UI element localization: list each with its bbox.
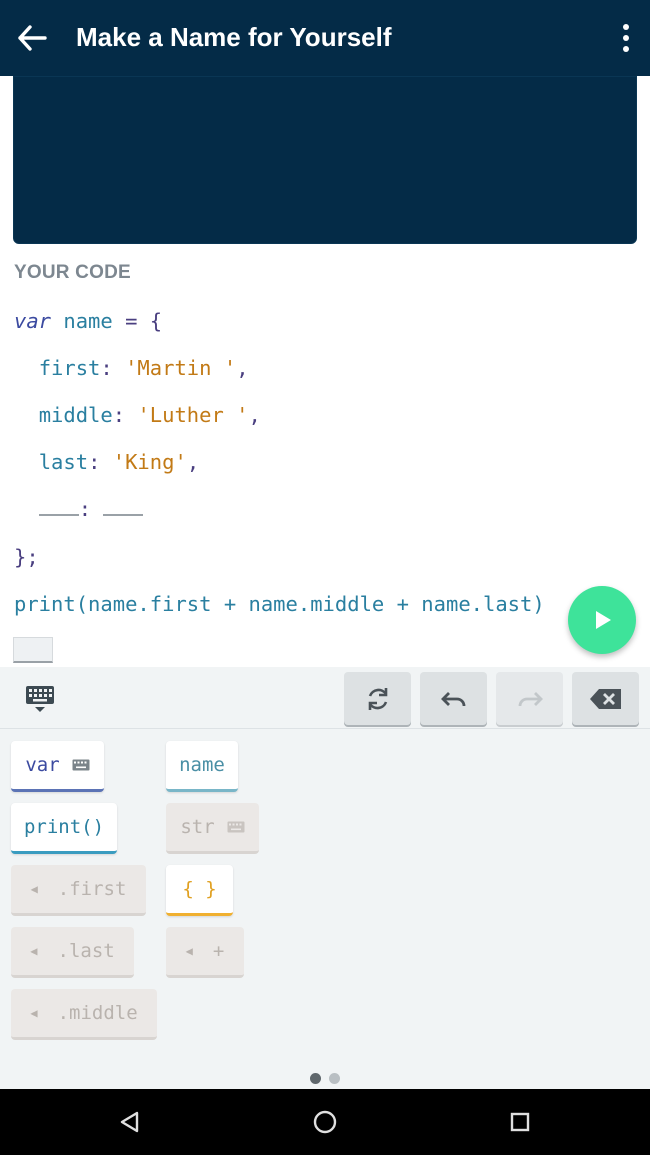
token-braces[interactable]: { } xyxy=(166,865,233,916)
chip-label: name xyxy=(179,754,225,776)
comma-token: , xyxy=(248,403,261,427)
string-token[interactable]: 'Luther ' xyxy=(137,403,248,427)
chip-label: .last xyxy=(57,940,115,962)
token-name[interactable]: name xyxy=(166,741,238,792)
page-dot-active[interactable] xyxy=(310,1073,321,1084)
identifier-token[interactable]: name xyxy=(63,309,112,333)
token-first[interactable]: ◀ .first xyxy=(11,865,146,916)
punctuation-token: = { xyxy=(112,309,163,333)
property-key-token[interactable]: first xyxy=(39,356,101,380)
token-str[interactable]: str xyxy=(166,803,259,854)
property-key-token[interactable]: middle xyxy=(39,403,113,427)
token-keyboard: var name print() str ◀ .first { } ◀ .las… xyxy=(0,667,650,1089)
print-statement[interactable]: print(name.first + name.middle + name.la… xyxy=(14,592,545,616)
code-line[interactable]: last: 'King', xyxy=(14,447,199,477)
empty-key-slot[interactable] xyxy=(38,494,79,516)
page-dot[interactable] xyxy=(329,1073,340,1084)
page-title: Make a Name for Yourself xyxy=(76,22,392,52)
keyboard-icon xyxy=(72,759,90,771)
token-plus[interactable]: ◀ + xyxy=(166,927,244,978)
backspace-button[interactable] xyxy=(572,672,639,725)
caret-left-icon: ◀ xyxy=(30,1006,38,1020)
colon-token: : xyxy=(100,356,126,380)
chip-label: var xyxy=(25,754,60,776)
token-middle[interactable]: ◀ .middle xyxy=(11,989,157,1040)
nav-back-icon[interactable] xyxy=(114,1107,144,1137)
chip-label: str xyxy=(180,816,215,838)
chip-label: .first xyxy=(57,878,127,900)
code-line[interactable]: middle: 'Luther ', xyxy=(14,400,261,430)
refresh-button[interactable] xyxy=(344,672,411,725)
keyboard-icon xyxy=(227,821,245,833)
code-line[interactable]: print(name.first + name.middle + name.la… xyxy=(14,589,545,619)
token-last[interactable]: ◀ .last xyxy=(11,927,134,978)
empty-value-slot[interactable] xyxy=(103,494,144,516)
token-print[interactable]: print() xyxy=(11,803,117,854)
caret-left-icon: ◀ xyxy=(30,882,38,896)
back-arrow-icon[interactable] xyxy=(12,18,52,58)
comma-token: , xyxy=(236,356,249,380)
run-button[interactable] xyxy=(568,586,636,654)
refresh-icon xyxy=(368,687,387,710)
page-indicator[interactable] xyxy=(310,1073,340,1084)
colon-token: : xyxy=(78,497,104,521)
code-line[interactable]: var name = { xyxy=(14,306,162,336)
keyboard-toolbar xyxy=(0,667,650,729)
undo-button[interactable] xyxy=(420,672,487,725)
backspace-icon xyxy=(589,688,621,709)
code-line[interactable]: }; xyxy=(14,542,39,572)
keyword-token[interactable]: var xyxy=(14,309,51,333)
string-token[interactable]: 'Martin ' xyxy=(125,356,236,380)
nav-recents-icon[interactable] xyxy=(505,1107,535,1137)
redo-icon xyxy=(518,691,543,706)
keyboard-hide-icon[interactable] xyxy=(22,681,58,717)
comma-token: , xyxy=(186,450,200,474)
chip-label: + xyxy=(212,940,225,962)
code-section-label: YOUR CODE xyxy=(14,262,131,283)
system-nav-bar xyxy=(0,1089,650,1155)
colon-token: : xyxy=(88,450,113,474)
code-line[interactable]: : xyxy=(14,494,144,524)
closing-brace-token: }; xyxy=(14,545,39,569)
caret-left-icon: ◀ xyxy=(185,944,193,958)
new-line-slot[interactable] xyxy=(13,637,53,663)
app-bar: Make a Name for Yourself xyxy=(0,0,650,76)
code-line[interactable]: first: 'Martin ', xyxy=(14,353,249,383)
chip-label: { } xyxy=(182,878,217,900)
chip-label: .middle xyxy=(57,1002,138,1024)
play-icon xyxy=(596,611,611,629)
token-var[interactable]: var xyxy=(11,741,104,792)
string-token[interactable]: 'King' xyxy=(113,450,187,474)
colon-token: : xyxy=(112,403,138,427)
undo-icon xyxy=(440,691,465,706)
overflow-menu-icon[interactable] xyxy=(616,20,636,56)
chip-label: print() xyxy=(23,816,105,838)
nav-home-icon[interactable] xyxy=(310,1107,340,1137)
property-key-token[interactable]: last xyxy=(39,450,88,474)
output-panel xyxy=(13,76,637,244)
redo-button[interactable] xyxy=(496,672,563,725)
caret-left-icon: ◀ xyxy=(30,944,38,958)
